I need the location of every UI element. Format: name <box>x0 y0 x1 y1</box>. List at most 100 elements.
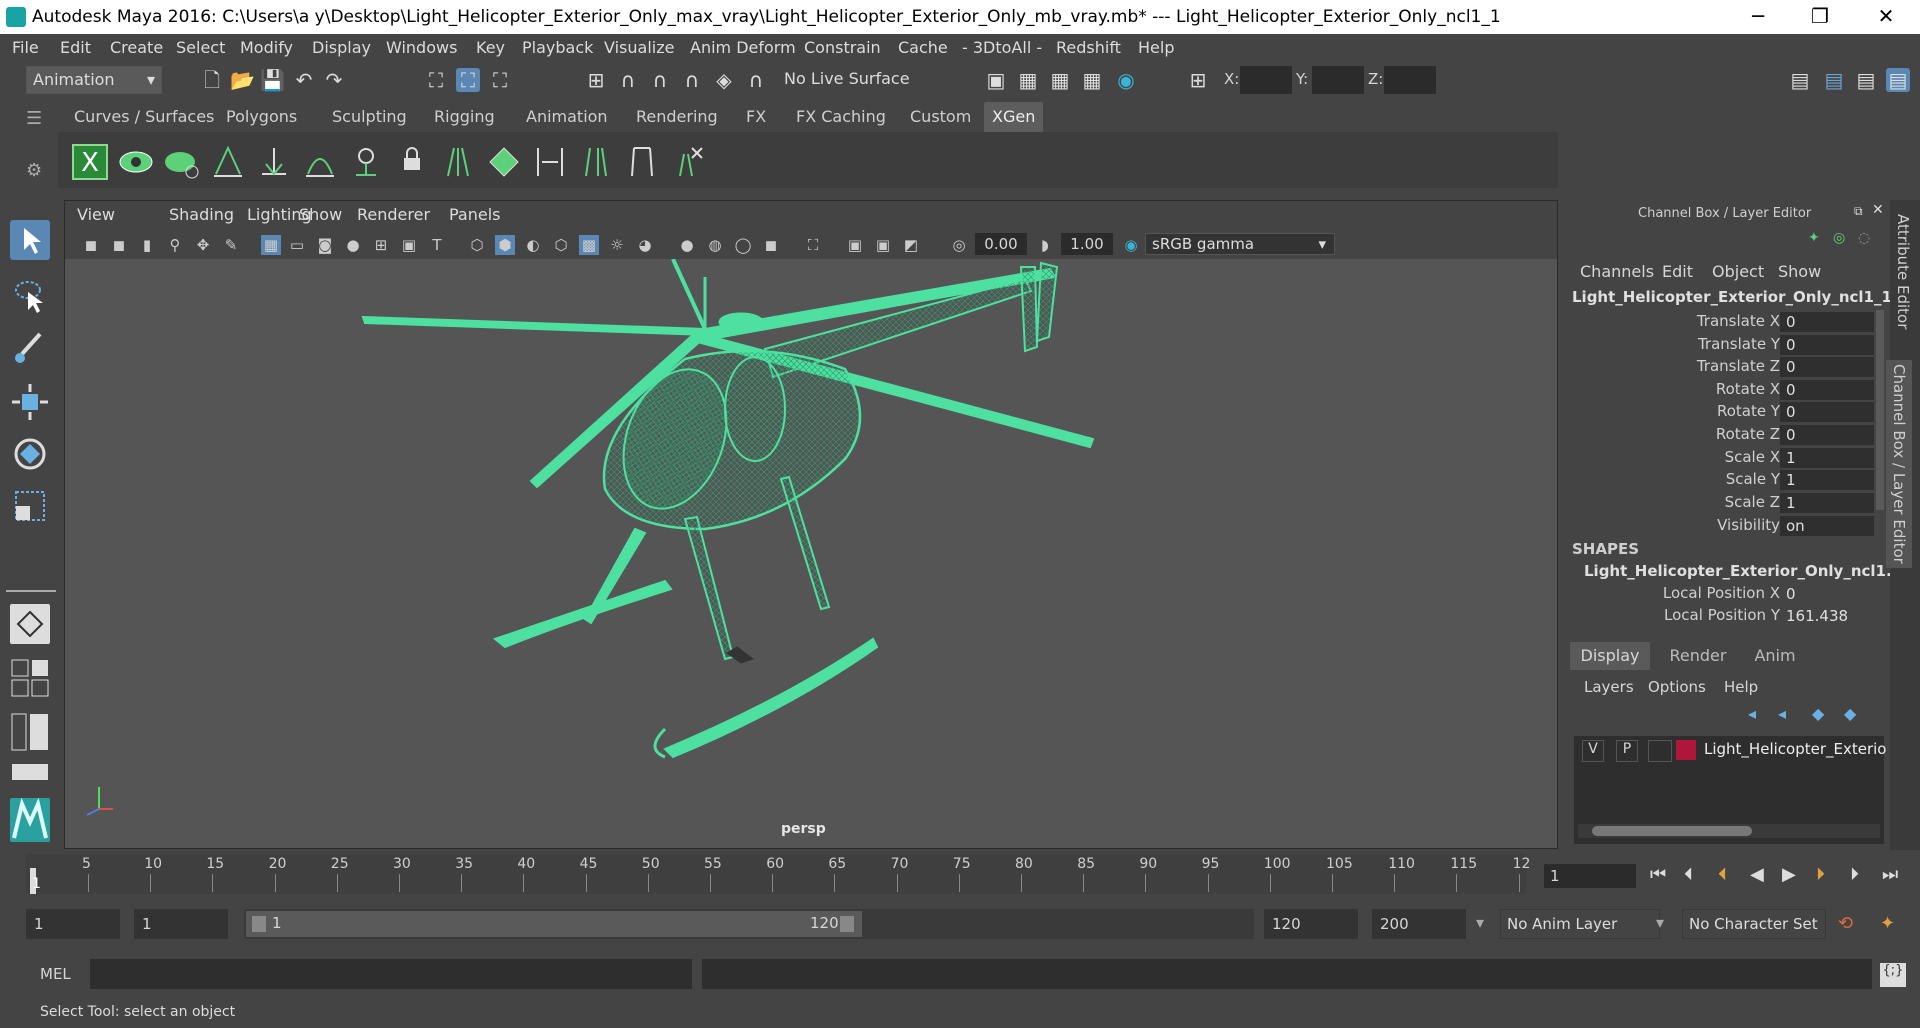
y-input[interactable] <box>1312 66 1364 94</box>
xgen-sculpt-guide-icon[interactable] <box>302 144 338 180</box>
move-layer-down-icon[interactable]: ◂ <box>1778 704 1786 723</box>
close-button[interactable]: ✕ <box>1856 0 1916 34</box>
exposure-field[interactable]: 0.00 <box>975 233 1027 255</box>
range-slider-bar[interactable]: 1 120 <box>246 911 862 937</box>
textured-icon[interactable]: ▩ <box>579 235 599 255</box>
menu-create[interactable]: Create <box>110 38 163 57</box>
camera-select-icon[interactable]: ◼ <box>81 235 101 255</box>
menu-file[interactable]: File <box>12 38 39 57</box>
xray-icon[interactable]: ▣ <box>845 235 865 255</box>
2d-pan-zoom-icon[interactable]: ✥ <box>193 235 213 255</box>
channel-value[interactable]: 1 <box>1780 448 1874 468</box>
field-chart-icon[interactable]: ⊞ <box>371 235 391 255</box>
safe-action-icon[interactable]: ▣ <box>399 235 419 255</box>
attribute-editor-toggle-icon[interactable]: ▤ <box>1822 68 1846 92</box>
menu-3dtoall[interactable]: - 3DtoAll - <box>962 38 1042 57</box>
current-frame-field[interactable]: 1 <box>1544 864 1636 888</box>
snap-curve-icon[interactable]: ∩ <box>616 68 640 92</box>
move-tool-icon[interactable] <box>10 382 50 422</box>
shape-name[interactable]: Light_Helicopter_Exterior_Only_ncl1... <box>1584 562 1903 580</box>
playback-end-field[interactable]: 120 <box>1264 909 1358 939</box>
magnet-icon[interactable]: ∩ <box>744 68 768 92</box>
layer-playback-toggle[interactable]: P <box>1616 740 1638 762</box>
tab-animation[interactable]: Animation <box>518 102 616 132</box>
chevron-down-icon[interactable]: ▾ <box>1656 913 1664 932</box>
vp-menu-shading[interactable]: Shading <box>169 205 234 224</box>
save-scene-icon[interactable]: 💾 <box>260 68 285 92</box>
wireframe-icon[interactable]: ⬡ <box>467 235 487 255</box>
time-slider[interactable]: 1 5 10 15 20 25 30 35 40 45 50 55 60 65 70 75 80 85 90 95 1… <box>0 850 1920 900</box>
xray-active-icon[interactable]: ▣ <box>873 235 893 255</box>
vp-menu-panels[interactable]: Panels <box>449 205 501 224</box>
auto-key-icon[interactable]: ⟲ <box>1838 913 1853 934</box>
channel-box-tab[interactable]: Channel Box / Layer Editor <box>1886 360 1912 568</box>
shadows-icon[interactable]: ◕ <box>635 235 655 255</box>
go-to-end-icon[interactable]: ⏭ <box>1882 864 1898 885</box>
undo-icon[interactable]: ↶ <box>292 68 316 92</box>
animation-end-field[interactable]: 200 <box>1372 909 1466 939</box>
channel-value[interactable]: 0 <box>1780 425 1874 445</box>
tab-render[interactable]: Render <box>1658 642 1738 670</box>
menu-set-dropdown[interactable]: Animation ▾ <box>26 66 162 94</box>
close-panel-icon[interactable]: ✕ <box>1872 202 1884 218</box>
mel-label[interactable]: MEL <box>40 965 71 983</box>
channel-value[interactable]: 0 <box>1780 312 1874 332</box>
attribute-editor-tab[interactable]: Attribute Editor <box>1894 214 1912 329</box>
channel-value[interactable]: 0 <box>1780 584 1874 604</box>
command-input[interactable] <box>90 959 692 989</box>
xgen-eye-icon[interactable] <box>118 144 154 180</box>
shelf-settings-gear-icon[interactable]: ⚙ <box>26 160 46 181</box>
minimize-button[interactable]: ─ <box>1728 0 1788 34</box>
channel-value[interactable]: 0 <box>1780 357 1874 377</box>
layer-type-toggle[interactable] <box>1648 740 1672 762</box>
xgen-editor-icon[interactable]: X <box>72 144 108 180</box>
color-space-dropdown[interactable]: sRGB gamma ▾ <box>1145 233 1335 255</box>
layer-menu-options[interactable]: Options <box>1648 678 1706 696</box>
menu-display[interactable]: Display <box>312 38 371 57</box>
new-layer-icon[interactable]: ◆ <box>1812 704 1824 723</box>
object-name[interactable]: Light_Helicopter_Exterior_Only_ncl1_1 <box>1572 288 1892 306</box>
tool-settings-icon[interactable]: ▤ <box>1854 68 1878 92</box>
tab-sculpting[interactable]: Sculpting <box>324 102 415 132</box>
menu-modify[interactable]: Modify <box>240 38 293 57</box>
maximize-button[interactable]: ❐ <box>1790 0 1850 34</box>
render-view-icon[interactable]: ▣ <box>984 68 1008 92</box>
channel-value[interactable]: 161.438 <box>1780 606 1874 626</box>
xgen-select-guide-icon[interactable] <box>348 144 384 180</box>
outliner-layout-icon[interactable] <box>10 712 50 752</box>
default-lighting-icon[interactable]: ◐ <box>523 235 543 255</box>
z-input[interactable] <box>1384 66 1436 94</box>
select-object-icon[interactable]: ⛶ <box>456 68 480 92</box>
tab-fx-caching[interactable]: FX Caching <box>788 102 894 132</box>
tab-fx[interactable]: FX <box>738 102 774 132</box>
rotate-tool-icon[interactable] <box>10 434 50 474</box>
live-surface-field[interactable]: No Live Surface <box>778 66 928 94</box>
motion-blur-icon[interactable]: ◍ <box>705 235 725 255</box>
lasso-tool-icon[interactable] <box>10 276 50 316</box>
gate-mask-icon[interactable]: ● <box>343 235 363 255</box>
step-back-key-icon[interactable]: ⏴ <box>1684 864 1693 885</box>
play-backward-icon[interactable]: ◀ <box>1750 864 1764 885</box>
layer-row[interactable]: V P Light_Helicopter_Exterio <box>1574 736 1886 764</box>
select-tool-icon[interactable] <box>10 220 50 260</box>
screen-space-ao-icon[interactable]: ● <box>677 235 697 255</box>
character-set-dropdown[interactable]: No Character Set <box>1682 909 1826 939</box>
color-management-icon[interactable]: ◉ <box>1121 235 1141 255</box>
range-end-handle[interactable] <box>840 916 854 932</box>
float-panel-icon[interactable]: ⧉ <box>1854 204 1863 219</box>
paint-select-tool-icon[interactable] <box>10 328 50 368</box>
new-layer-selected-icon[interactable]: ◆ <box>1844 704 1856 723</box>
cb-menu-edit[interactable]: Edit <box>1662 262 1693 281</box>
tab-display[interactable]: Display <box>1570 642 1650 670</box>
move-layer-up-icon[interactable]: ◂ <box>1748 704 1756 723</box>
xgen-flip-icon[interactable] <box>532 144 568 180</box>
vp-menu-show[interactable]: Show <box>299 205 342 224</box>
tab-polygons[interactable]: Polygons <box>218 102 305 132</box>
depth-of-field-icon[interactable]: ◼ <box>761 235 781 255</box>
xgen-place-guide-icon[interactable] <box>210 144 246 180</box>
vp-menu-view[interactable]: View <box>77 205 115 224</box>
helicopter-wireframe-model[interactable] <box>65 259 1557 847</box>
menu-select[interactable]: Select <box>176 38 225 57</box>
film-gate-icon[interactable]: ▭ <box>287 235 307 255</box>
time-slider-track[interactable]: 1 5 10 15 20 25 30 35 40 45 50 55 60 65 70 75 80 85 90 95 1… <box>26 854 1530 894</box>
